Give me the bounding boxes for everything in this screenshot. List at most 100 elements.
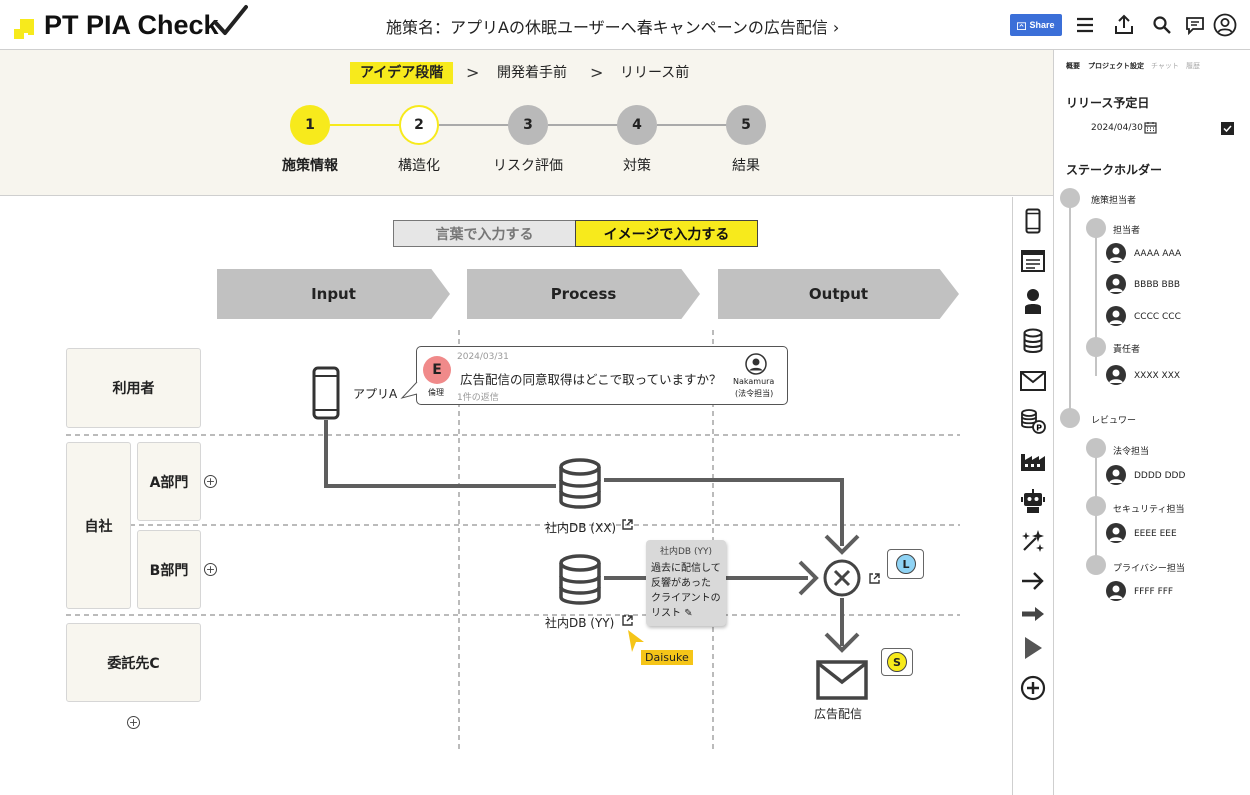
owner-group-label: 施策担当者 <box>1091 196 1137 206</box>
share-label: Share <box>1029 20 1055 30</box>
share-icon <box>1017 21 1027 30</box>
tab-history[interactable]: 履歴 <box>1186 61 1200 71</box>
privacy-sub-label: プライバシー担当 <box>1113 564 1185 574</box>
avatar-icon <box>1106 306 1126 326</box>
avatar-icon <box>1106 274 1126 294</box>
comment-card[interactable]: E 倫理 2024/03/31 広告配信の同意取得はどこで取っていますか？ 1件… <box>416 346 788 405</box>
database-node-icon[interactable] <box>558 458 602 510</box>
avatar-icon <box>1106 523 1126 543</box>
merge-node-icon[interactable] <box>823 559 861 597</box>
db-xx-label: 社内DB (XX) <box>545 521 617 535</box>
actor-dept-b[interactable]: B部門 <box>137 530 201 609</box>
external-link-icon[interactable] <box>621 518 634 531</box>
database-node-icon[interactable] <box>558 554 602 606</box>
robot-tool-icon[interactable] <box>1017 485 1049 517</box>
sparkle-ai-tool-icon[interactable] <box>1017 525 1049 557</box>
tree-node <box>1086 496 1106 516</box>
mail-node-icon[interactable] <box>816 660 868 700</box>
person-tool-icon[interactable] <box>1017 285 1049 317</box>
avatar-icon <box>1106 581 1126 601</box>
tab-chat[interactable]: チャット <box>1151 61 1179 71</box>
reviewer-badge-l: L <box>896 554 916 574</box>
share-button[interactable]: Share <box>1010 14 1062 36</box>
commenter-badge: E <box>423 356 451 384</box>
tooltip-line: 反響があった <box>651 578 711 589</box>
avatar-icon <box>1106 365 1126 385</box>
member-name[interactable]: BBBB BBB <box>1134 280 1180 290</box>
edit-pencil-icon[interactable]: ✎ <box>684 608 692 619</box>
owner-sub-label: 担当者 <box>1113 226 1141 236</box>
legal-sub-label: 法令担当 <box>1113 447 1150 457</box>
tree-node <box>1086 438 1106 458</box>
tree-node <box>1086 555 1106 575</box>
external-link-icon[interactable] <box>868 572 881 585</box>
add-lane-icon[interactable]: + <box>204 563 217 576</box>
comment-author: Nakamura <box>733 377 775 386</box>
release-date-value[interactable]: 2024/04/30 <box>1091 123 1143 133</box>
add-actor-icon[interactable]: + <box>127 716 140 729</box>
author-avatar-icon <box>745 353 767 375</box>
add-shape-tool-icon[interactable] <box>1017 672 1049 704</box>
comment-replies-link[interactable]: 1件の返信 <box>457 390 499 403</box>
comment-text: 広告配信の同意取得はどこで取っていますか？ <box>460 372 722 387</box>
export-icon[interactable] <box>1111 12 1137 38</box>
reviewer-group-label: レビュワー <box>1091 416 1137 426</box>
tooltip-line: 過去に配信して <box>651 563 721 574</box>
comment-author-role: (法令担当) <box>735 389 774 398</box>
responsible-sub-label: 責任者 <box>1113 345 1141 355</box>
app-node-label: アプリA <box>353 387 398 401</box>
release-checkbox[interactable] <box>1221 122 1234 135</box>
output-node-label: 広告配信 <box>814 707 863 721</box>
reviewer-badge-bubble[interactable]: S <box>881 648 913 676</box>
database-tool-icon[interactable] <box>1017 325 1049 357</box>
tree-node <box>1060 188 1080 208</box>
factory-tool-icon[interactable] <box>1017 445 1049 477</box>
actor-user[interactable]: 利用者 <box>66 348 201 428</box>
security-sub-label: セキュリティ担当 <box>1113 505 1185 515</box>
db-yy-label: 社内DB (YY) <box>545 616 615 630</box>
calendar-icon[interactable] <box>1144 121 1157 134</box>
user-account-icon[interactable] <box>1212 12 1238 38</box>
member-name[interactable]: DDDD DDD <box>1134 471 1185 481</box>
arrow-tool-icon[interactable] <box>1017 565 1049 597</box>
node-tooltip: 社内DB (YY) 過去に配信して 反響があった クライアントの リスト ✎ <box>646 540 726 626</box>
tree-node <box>1060 408 1080 428</box>
stakeholder-heading: ステークホルダー <box>1066 163 1163 177</box>
actor-company[interactable]: 自社 <box>66 442 131 609</box>
comment-tail <box>400 381 418 399</box>
menu-icon[interactable] <box>1072 12 1098 38</box>
member-name[interactable]: AAAA AAA <box>1134 249 1181 259</box>
member-name[interactable]: XXXX XXX <box>1134 371 1180 381</box>
reviewer-badge-s: S <box>887 652 907 672</box>
tab-project-settings[interactable]: プロジェクト設定 <box>1088 61 1144 71</box>
actor-dept-a[interactable]: A部門 <box>137 442 201 521</box>
reviewer-badge-bubble[interactable]: L <box>887 549 924 579</box>
smartphone-node-icon[interactable] <box>312 366 340 420</box>
external-link-icon[interactable] <box>621 614 634 627</box>
member-name[interactable]: FFFF FFF <box>1134 587 1173 597</box>
avatar-icon <box>1106 465 1126 485</box>
tab-overview[interactable]: 概要 <box>1066 61 1080 71</box>
coin-points-tool-icon[interactable]: P <box>1017 405 1049 437</box>
check-icon <box>1223 125 1232 133</box>
add-lane-icon[interactable]: + <box>204 475 217 488</box>
comment-icon[interactable] <box>1182 12 1208 38</box>
commenter-role: 倫理 <box>428 388 444 397</box>
avatar-icon <box>1106 243 1126 263</box>
tooltip-line: クライアントの <box>651 593 721 604</box>
actor-contractor[interactable]: 委託先C <box>66 623 201 702</box>
browser-window-tool-icon[interactable] <box>1017 245 1049 277</box>
mail-tool-icon[interactable] <box>1017 365 1049 397</box>
search-icon[interactable] <box>1149 12 1175 38</box>
member-name[interactable]: CCCC CCC <box>1134 312 1181 322</box>
thick-arrow-tool-icon[interactable] <box>1017 598 1049 630</box>
tooltip-line: リスト <box>651 608 681 619</box>
comment-date: 2024/03/31 <box>457 352 509 362</box>
tooltip-title: 社内DB (YY) <box>660 547 712 557</box>
smartphone-tool-icon[interactable] <box>1017 205 1049 237</box>
triangle-play-tool-icon[interactable] <box>1017 632 1049 664</box>
member-name[interactable]: EEEE EEE <box>1134 529 1177 539</box>
tree-node <box>1086 337 1106 357</box>
collaborator-name-tag: Daisuke <box>641 650 693 665</box>
tree-node <box>1086 218 1106 238</box>
